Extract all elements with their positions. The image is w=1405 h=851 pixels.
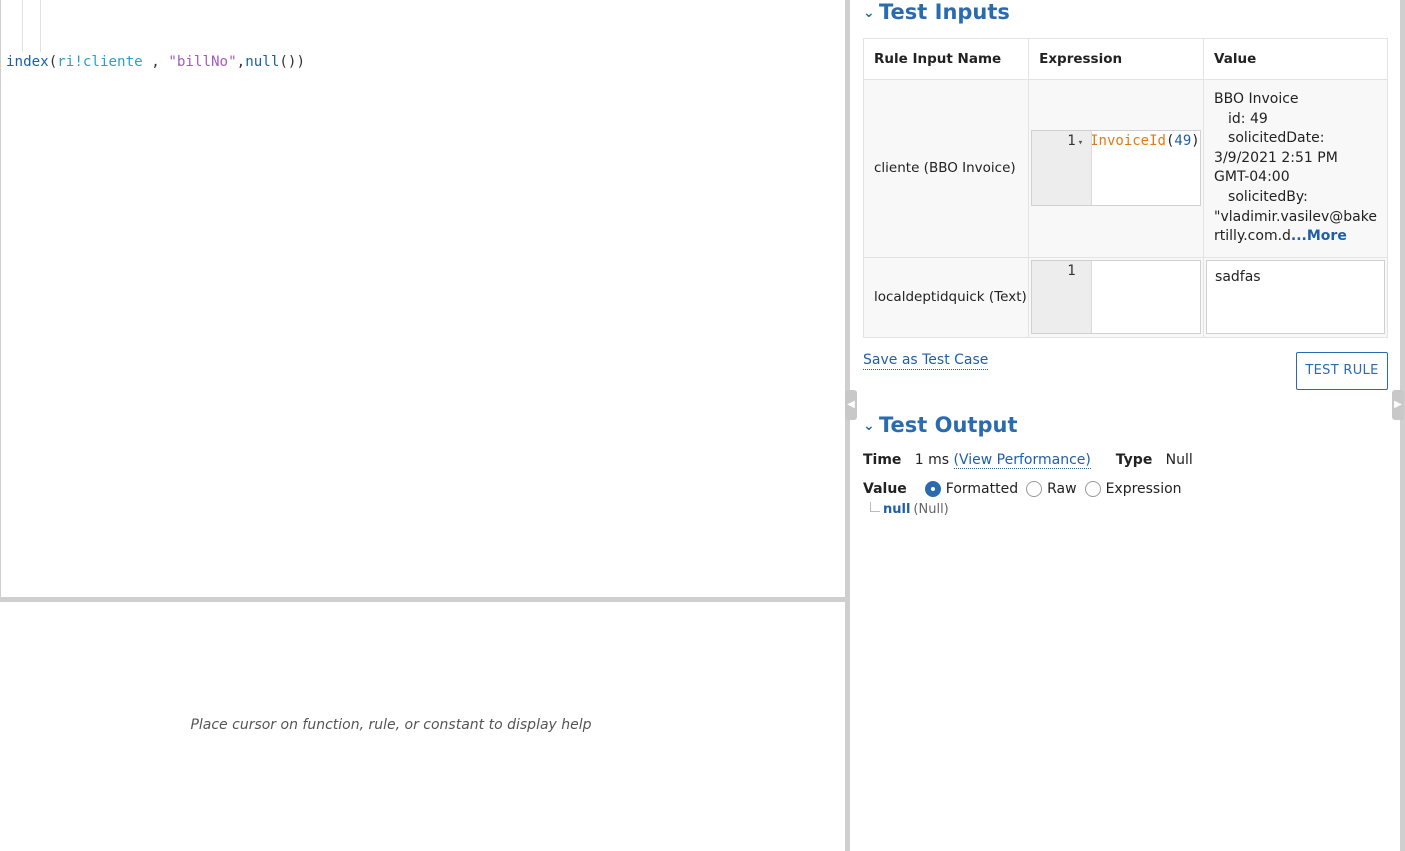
expression-code[interactable] xyxy=(1092,261,1200,333)
radio-raw[interactable]: Raw xyxy=(1026,481,1077,497)
value-line: id: 49 xyxy=(1228,110,1268,127)
test-inputs-header[interactable]: ⌄ Test Inputs xyxy=(863,0,1010,24)
value-line: GMT-04:00 xyxy=(1214,169,1290,186)
fold-arrow-icon[interactable]: ▾ xyxy=(1078,138,1083,148)
rule-input-name: localdeptidquick (Text) xyxy=(862,256,1030,338)
value-line: rtilly.com.d xyxy=(1214,228,1291,245)
value-label: Value xyxy=(863,481,907,497)
help-panel: Place cursor on function, rule, or const… xyxy=(0,602,846,851)
help-text: Place cursor on function, rule, or const… xyxy=(190,717,592,733)
value-line: "vladimir.vasilev@bake xyxy=(1214,208,1377,225)
value-cell: sadfas xyxy=(1203,256,1388,338)
chevron-down-icon: ⌄ xyxy=(863,418,875,434)
radio-unchecked-icon[interactable] xyxy=(1026,481,1043,497)
radio-expression[interactable]: Expression xyxy=(1084,481,1182,497)
table-row: cliente (BBO Invoice) 1 ▾ InvoiceId(49) B… xyxy=(862,79,1388,258)
expression-input[interactable]: 1▾ xyxy=(1031,260,1202,335)
value-line: solicitedDate: xyxy=(1228,130,1325,147)
radio-label: Expression xyxy=(1105,481,1182,497)
expression-cell: 1▾ xyxy=(1028,256,1205,338)
output-result[interactable]: null xyxy=(883,502,910,517)
line-gutter: 1▾ xyxy=(1032,261,1093,334)
code-token-rule-input: ri!cliente xyxy=(57,54,143,70)
expression-input[interactable]: 1 ▾ InvoiceId(49) xyxy=(1031,130,1202,207)
expression-cell: 1 ▾ InvoiceId(49) xyxy=(1028,79,1205,258)
save-as-test-case-link[interactable]: Save as Test Case xyxy=(863,352,989,370)
indent-guide xyxy=(40,0,41,52)
code-token-punct: , xyxy=(236,54,246,70)
line-number: 1 xyxy=(1067,263,1076,280)
line-gutter: 1▾ xyxy=(1032,131,1093,206)
code-token-punct: ) xyxy=(1191,133,1200,150)
test-output-header[interactable]: ⌄ Test Output xyxy=(863,413,1018,437)
time-row: Time 1 ms (View Performance) Type Null xyxy=(863,452,1193,469)
time-value: 1 ms xyxy=(914,452,950,468)
value-format-row: Value Formatted Raw Expression xyxy=(863,481,1190,497)
chevron-down-icon: ⌄ xyxy=(863,5,875,21)
time-label: Time xyxy=(863,452,902,468)
test-inputs-title: Test Inputs xyxy=(879,0,1010,24)
value-line: 3/9/2021 2:51 PM xyxy=(1214,149,1338,166)
code-token-punct: ( xyxy=(48,54,58,70)
radio-label: Formatted xyxy=(945,481,1019,497)
column-header: Rule Input Name xyxy=(862,38,1030,80)
code-token-function: null xyxy=(245,54,280,70)
column-header: Value xyxy=(1203,38,1388,80)
code-token-string: "billNo" xyxy=(168,54,237,70)
view-performance-link[interactable]: (View Performance) xyxy=(953,452,1091,469)
indent-guide xyxy=(22,0,23,52)
code-token-function: index xyxy=(6,54,49,70)
radio-label: Raw xyxy=(1047,481,1077,497)
value-cell: BBO Invoice id: 49 solicitedDate: 3/9/20… xyxy=(1203,79,1388,258)
test-panel: ⌄ Test Inputs Rule Input Name Expression … xyxy=(850,0,1400,851)
type-value: Null xyxy=(1165,452,1193,468)
tree-connector-icon xyxy=(870,502,880,512)
radio-checked-icon[interactable] xyxy=(924,481,941,497)
value-input[interactable]: sadfas xyxy=(1206,260,1385,335)
value-line: solicitedBy: xyxy=(1228,188,1308,205)
code-token-punct: ()) xyxy=(279,54,305,70)
line-number: 1 xyxy=(1067,133,1076,150)
code-token-number: 49 xyxy=(1174,133,1192,150)
table-row: localdeptidquick (Text) 1▾ sadfas xyxy=(862,256,1388,338)
output-result-type: (Null) xyxy=(913,502,949,517)
more-link[interactable]: ...More xyxy=(1291,228,1347,244)
test-output-title: Test Output xyxy=(879,413,1018,437)
code-token-rule: InvoiceId xyxy=(1092,133,1166,150)
test-inputs-table: Rule Input Name Expression Value cliente… xyxy=(862,38,1388,338)
code-line[interactable]: index(ri!cliente , "billNo",null()) xyxy=(6,52,305,72)
expression-editor[interactable]: index(ri!cliente , "billNo",null()) xyxy=(0,0,846,598)
rule-input-name: cliente (BBO Invoice) xyxy=(862,79,1030,258)
radio-formatted[interactable]: Formatted xyxy=(924,481,1019,497)
code-token-punct: , xyxy=(142,54,169,70)
test-rule-button[interactable]: TEST RULE xyxy=(1296,352,1388,390)
column-header: Expression xyxy=(1028,38,1205,80)
value-line: BBO Invoice xyxy=(1214,91,1299,107)
type-label: Type xyxy=(1115,452,1153,468)
right-splitter[interactable] xyxy=(1400,0,1405,851)
output-value: null (Null) xyxy=(870,502,949,517)
radio-unchecked-icon[interactable] xyxy=(1084,481,1101,497)
expression-code[interactable]: InvoiceId(49) xyxy=(1092,131,1200,205)
